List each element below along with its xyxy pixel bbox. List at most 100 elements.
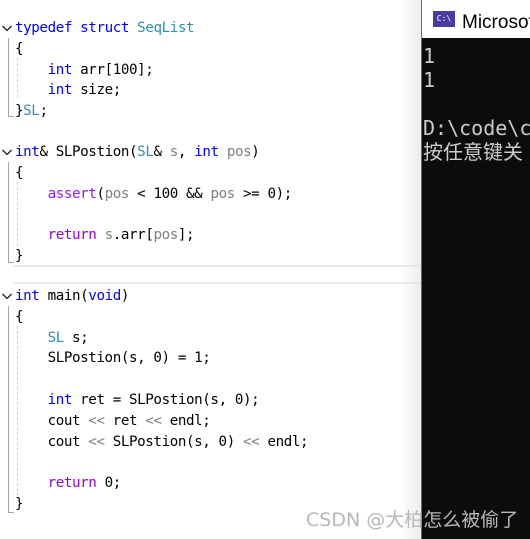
code-token: assert <box>47 185 97 202</box>
code-token: SLPostion <box>55 144 130 160</box>
code-token: pos <box>153 227 178 244</box>
code-editor[interactable]: typedef struct SeqList { int arr[100]; in… <box>0 0 421 539</box>
code-token: pos <box>210 185 235 202</box>
code-token: return <box>47 475 97 492</box>
code-token: endl; <box>161 412 211 429</box>
fold-guide <box>8 306 9 512</box>
debug-console-window[interactable]: C:\ Microsoft Visual Studio 调试控制台 1 1 D:… <box>421 0 530 539</box>
code-token: main( <box>39 288 89 304</box>
console-output-line: 按任意键关 <box>423 140 523 164</box>
function-main-code: cout << ret << endl; <box>15 411 211 431</box>
code-token: { <box>15 164 24 181</box>
function-main-code: SLPostion(s, 0) = 1; <box>15 348 211 368</box>
editor-edge-shadow <box>400 0 421 539</box>
code-token: << <box>145 412 162 429</box>
code-token: { <box>15 308 24 325</box>
code-token: } <box>15 248 24 264</box>
function-main-code: return 0; <box>15 473 122 493</box>
code-token: SLPostion(s, 0) = 1; <box>15 350 211 367</box>
code-token: int <box>47 61 73 78</box>
code-token: int <box>15 144 40 160</box>
code-token: pos <box>104 185 130 202</box>
function-main-code: cout << SLPostion(s, 0) << endl; <box>15 432 309 452</box>
code-token: ret <box>104 412 146 429</box>
code-token: SL <box>137 144 154 160</box>
code-token: int <box>194 144 219 160</box>
function-slpostion-code: return s.arr[pos]; <box>15 225 195 245</box>
struct-seqlist-code: typedef struct SeqList <box>15 18 195 38</box>
code-token: ) <box>120 288 130 304</box>
code-token: ( <box>129 144 138 160</box>
function-main-code: { <box>15 307 24 327</box>
code-token: s <box>104 227 114 244</box>
code-token: < 100 && <box>129 185 211 202</box>
code-token: void <box>88 288 121 304</box>
console-output-line: D:\code\c <box>423 116 530 140</box>
code-token: } <box>15 103 24 120</box>
code-token: ret = SLPostion(s, 0); <box>72 392 260 408</box>
fold-guide-end <box>8 512 14 513</box>
current-line-highlight <box>13 265 421 284</box>
code-token: SeqList <box>137 20 195 36</box>
code-token: SL <box>47 329 65 346</box>
code-token: typedef <box>15 20 72 36</box>
code-token: s; <box>63 329 89 346</box>
code-token: .arr[ <box>112 227 154 244</box>
code-token: ]; <box>177 227 195 244</box>
fold-guide <box>8 162 9 262</box>
fold-guide-end <box>8 262 14 263</box>
code-token: SL <box>23 103 40 120</box>
code-token: int <box>47 82 73 99</box>
function-slpostion-code: { <box>15 163 24 183</box>
code-token: cout <box>15 433 89 450</box>
struct-seqlist-code: int arr[100]; <box>15 60 154 80</box>
fold-chevron-icon[interactable] <box>1 142 13 162</box>
code-token: SLPostion(s, 0) <box>104 433 243 450</box>
function-slpostion-code: int& SLPostion(SL& s, int pos) <box>15 142 260 162</box>
code-token: ) <box>251 144 260 160</box>
code-token: << <box>88 433 105 450</box>
struct-seqlist-code: { <box>15 39 24 59</box>
function-main-code: SL s; <box>15 328 89 348</box>
function-main-code: int ret = SLPostion(s, 0); <box>15 390 260 410</box>
console-output-line: 1 <box>423 68 436 92</box>
code-token: 0; <box>96 475 122 492</box>
code-token: int <box>15 288 40 304</box>
console-title: Microsoft Visual Studio 调试控制台 <box>462 12 530 33</box>
function-slpostion-code: assert(pos < 100 && pos >= 0); <box>15 184 293 204</box>
code-token: { <box>15 40 24 57</box>
code-token: ; <box>39 103 48 120</box>
code-token: arr[100]; <box>72 61 154 78</box>
code-token: & <box>153 144 170 160</box>
console-title-bar[interactable]: C:\ Microsoft Visual Studio 调试控制台 <box>422 0 530 38</box>
function-slpostion-code: } <box>15 246 24 266</box>
code-token: return <box>47 227 97 244</box>
watermark: CSDN @大柏怎么被偷了 <box>306 509 519 531</box>
code-token: int <box>47 392 73 408</box>
fold-chevron-icon[interactable] <box>1 286 13 306</box>
code-token: pos <box>226 144 252 160</box>
code-token: s <box>169 144 179 160</box>
code-token: ( <box>96 185 105 202</box>
function-main-code: int main(void) <box>15 286 129 306</box>
code-token: & <box>39 144 56 160</box>
code-token: endl; <box>259 433 309 450</box>
console-output-line: 1 <box>423 44 436 68</box>
code-token: struct <box>80 20 130 36</box>
fold-chevron-icon[interactable] <box>1 18 13 38</box>
code-token: cout <box>15 412 89 429</box>
function-main-code: } <box>15 494 24 514</box>
code-token: >= 0); <box>234 185 292 202</box>
code-token: << <box>88 412 105 429</box>
fold-guide-end <box>8 116 14 117</box>
